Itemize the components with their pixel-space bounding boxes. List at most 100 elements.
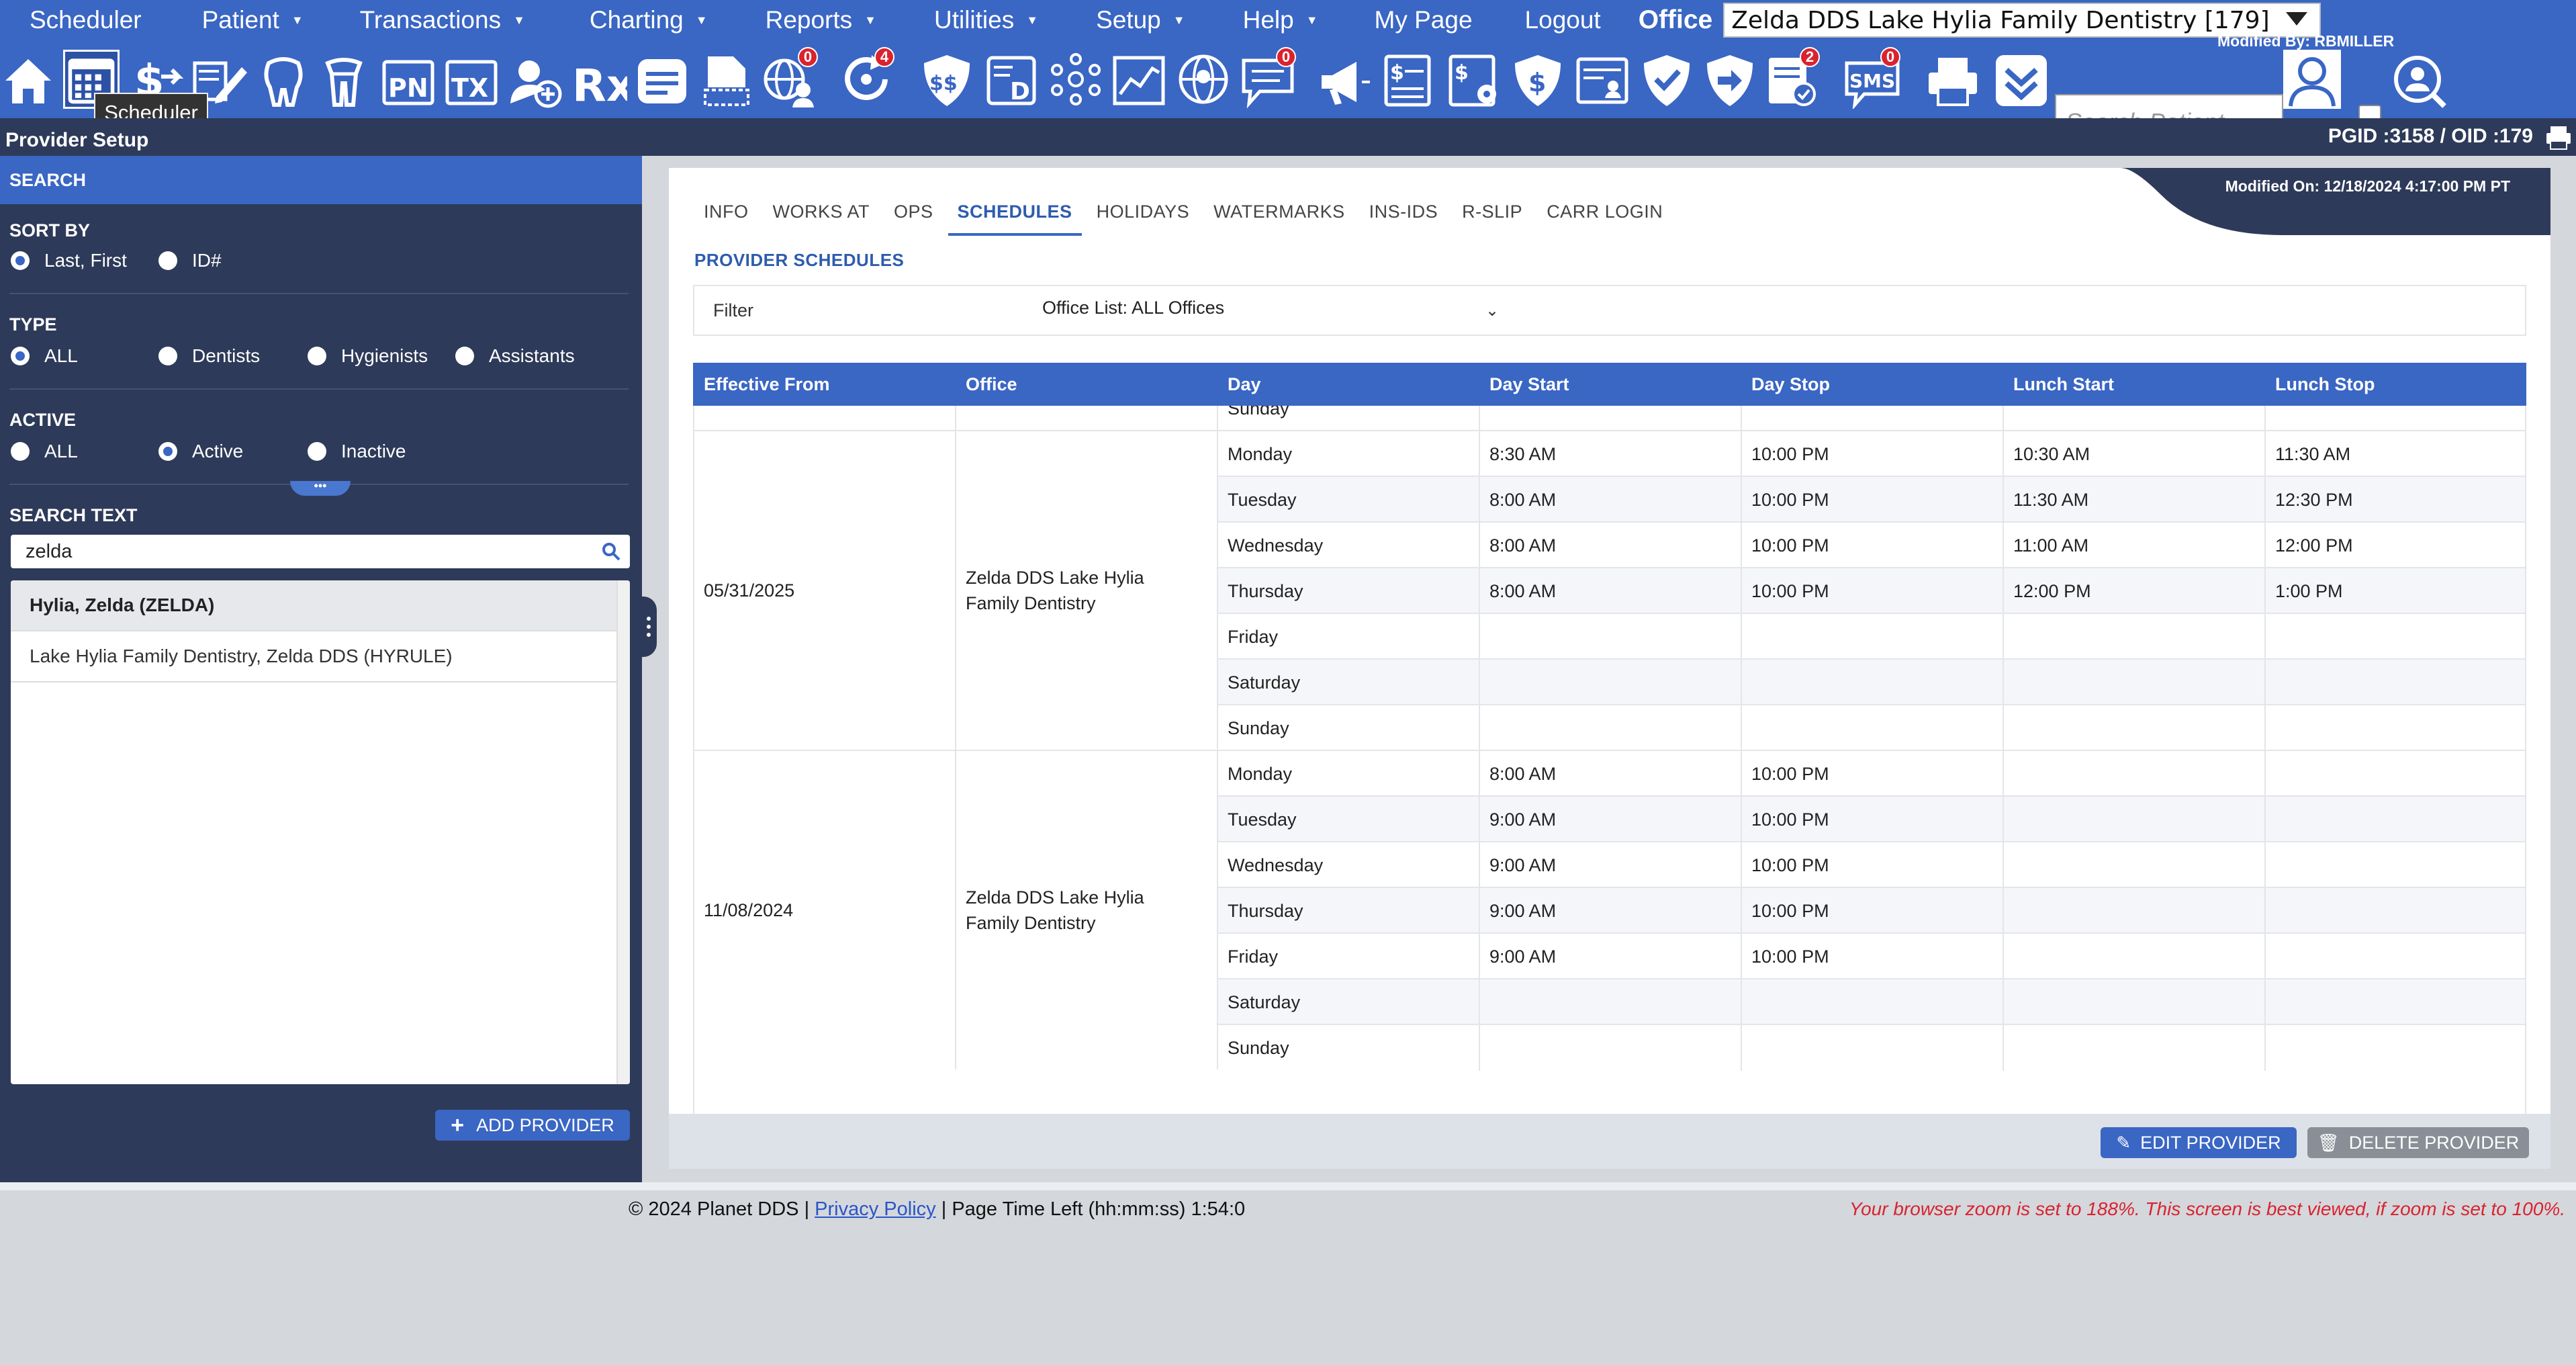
collapse-filters-tab[interactable]: ••• — [290, 480, 351, 496]
menu-setup[interactable]: Setup ▼ — [1038, 0, 1185, 40]
active-inactive-radio[interactable]: Inactive — [308, 441, 406, 462]
result-item[interactable]: Hylia, Zelda (ZELDA) — [11, 580, 616, 631]
analytics-chart-icon[interactable] — [1111, 50, 1167, 109]
results-scrollbar[interactable] — [616, 580, 630, 1084]
tasks-checklist-icon[interactable]: 2 — [1763, 47, 1820, 109]
cell-lunch-stop — [2266, 842, 2525, 888]
tab-holidays[interactable]: HOLIDAYS — [1087, 202, 1199, 236]
type-all-radio[interactable]: ALL — [11, 345, 78, 367]
verify-shield-icon[interactable] — [1639, 50, 1695, 109]
menu-help[interactable]: Help ▼ — [1185, 0, 1318, 40]
family-search-icon[interactable] — [2391, 50, 2447, 109]
notification-badge: 0 — [798, 47, 818, 67]
billing-settings-icon[interactable]: $ — [1445, 50, 1502, 109]
document-icon[interactable] — [698, 50, 755, 109]
print-icon[interactable] — [2544, 122, 2573, 152]
result-item[interactable]: Lake Hylia Family Dentistry, Zelda DDS (… — [11, 631, 616, 682]
col-day-stop[interactable]: Day Stop — [1741, 363, 2003, 406]
menu-logout[interactable]: Logout — [1473, 0, 1601, 40]
edit-provider-button[interactable]: ✎ EDIT PROVIDER — [2101, 1127, 2297, 1158]
provider-search-input[interactable]: zelda — [11, 535, 630, 568]
col-day[interactable]: Day — [1217, 363, 1479, 406]
cell-day-start — [1480, 660, 1742, 705]
type-dentists-radio[interactable]: Dentists — [158, 345, 260, 367]
progress-notes-icon[interactable]: PN — [380, 50, 436, 109]
home-icon[interactable] — [0, 50, 56, 109]
tab-ops[interactable]: OPS — [884, 202, 943, 236]
col-office[interactable]: Office — [955, 363, 1217, 406]
cell-lunch-start — [2004, 614, 2266, 660]
svg-text:$$: $$ — [929, 72, 958, 95]
billing-document-icon[interactable]: $ — [1381, 50, 1437, 109]
recall-refresh-icon[interactable]: 4 — [838, 47, 894, 109]
col-lunch-start[interactable]: Lunch Start — [2003, 363, 2264, 406]
menu-charting[interactable]: Charting ▼ — [525, 0, 708, 40]
col-effective-from[interactable]: Effective From — [693, 363, 955, 406]
perio-tooth-icon[interactable] — [316, 50, 372, 109]
notification-badge: 2 — [1800, 47, 1820, 67]
sort-last-first-radio[interactable]: Last, First — [11, 250, 127, 271]
type-hygienists-radio[interactable]: Hygienists — [308, 345, 428, 367]
menu-scheduler[interactable]: Scheduler — [0, 0, 142, 40]
cell-day: Monday — [1218, 751, 1480, 797]
add-provider-button[interactable]: + ADD PROVIDER — [435, 1110, 630, 1141]
forward-shield-icon[interactable] — [1702, 50, 1758, 109]
search-icon[interactable] — [602, 542, 620, 561]
prescription-icon[interactable]: Rx — [571, 50, 627, 109]
menu-patient[interactable]: Patient ▼ — [142, 0, 304, 40]
insurance-shield-icon[interactable]: $$ — [919, 50, 975, 109]
tab-ins-ids[interactable]: INS-IDS — [1360, 202, 1448, 236]
menu-my-page[interactable]: My Page — [1318, 0, 1473, 40]
online-booking-icon[interactable] — [1175, 50, 1232, 109]
office-list-select[interactable]: Office List: ALL Offices — [1042, 298, 1485, 318]
table-row: Thursday 8:00 AM 10:00 PM 12:00 PM 1:00 PM — [1218, 567, 2525, 614]
cell-day: Tuesday — [1218, 477, 1480, 523]
col-lunch-stop[interactable]: Lunch Stop — [2264, 363, 2526, 406]
type-assistants-radio[interactable]: Assistants — [455, 345, 575, 367]
tab-schedules[interactable]: SCHEDULES — [948, 202, 1082, 236]
menu-utilities[interactable]: Utilities ▼ — [876, 0, 1038, 40]
caret-down-icon: ▼ — [864, 13, 876, 27]
payment-shield-icon[interactable]: $ — [1510, 50, 1566, 109]
sort-id-radio[interactable]: ID# — [158, 250, 222, 271]
treatment-plan-icon[interactable]: TX — [443, 50, 500, 109]
radio-unselected — [308, 347, 326, 365]
tab-works-at[interactable]: WORKS AT — [764, 202, 880, 236]
cell-day: Saturday — [1218, 979, 1480, 1025]
cell-day: Thursday — [1218, 888, 1480, 934]
tab-r-slip[interactable]: R-SLIP — [1453, 202, 1532, 236]
sms-icon[interactable]: SMS 0 — [1844, 47, 1900, 109]
expand-chevrons-icon[interactable] — [1993, 50, 2050, 109]
page-time-left: | Page Time Left (hh:mm:ss) 1:54:0 — [941, 1198, 1246, 1220]
group-office-ids: PGID :3158 / OID :179 — [2328, 125, 2533, 147]
cell-day-start: 8:00 AM — [1480, 751, 1742, 797]
add-patient-icon[interactable] — [506, 50, 563, 109]
tab-carr-login[interactable]: CARR LOGIN — [1537, 202, 1672, 236]
menu-transactions[interactable]: Transactions ▼ — [304, 0, 525, 40]
pencil-icon: ✎ — [2116, 1132, 2131, 1153]
delete-provider-button[interactable]: 🗑 DELETE PROVIDER — [2307, 1127, 2529, 1158]
privacy-policy-link[interactable]: Privacy Policy — [815, 1198, 936, 1220]
active-active-radio[interactable]: Active — [158, 441, 243, 462]
menu-reports[interactable]: Reports ▼ — [708, 0, 876, 40]
tab-info[interactable]: INFO — [694, 202, 758, 236]
id-card-icon[interactable] — [1574, 50, 1630, 109]
printer-icon[interactable] — [1925, 50, 1981, 109]
cell-day-stop: 10:00 PM — [1742, 568, 2004, 614]
chevron-down-icon[interactable]: ⌄ — [1485, 301, 1499, 320]
cell-day: Saturday — [1218, 660, 1480, 705]
tooth-icon[interactable] — [255, 50, 312, 109]
dental-document-icon[interactable]: D — [983, 50, 1040, 109]
notes-icon[interactable] — [634, 50, 690, 109]
patient-lookup-user-icon[interactable] — [2283, 50, 2341, 109]
cell-lunch-start — [2004, 842, 2266, 888]
active-all-radio[interactable]: ALL — [11, 441, 78, 462]
network-icon[interactable] — [1048, 50, 1104, 109]
tab-watermarks[interactable]: WATERMARKS — [1204, 202, 1354, 236]
megaphone-icon[interactable] — [1316, 50, 1373, 109]
portal-globe-icon[interactable]: 0 — [762, 47, 818, 109]
panel-splitter-handle[interactable] — [642, 597, 657, 657]
messages-chat-icon[interactable]: 0 — [1240, 47, 1296, 109]
cell-lunch-start — [2004, 979, 2266, 1025]
col-day-start[interactable]: Day Start — [1479, 363, 1741, 406]
